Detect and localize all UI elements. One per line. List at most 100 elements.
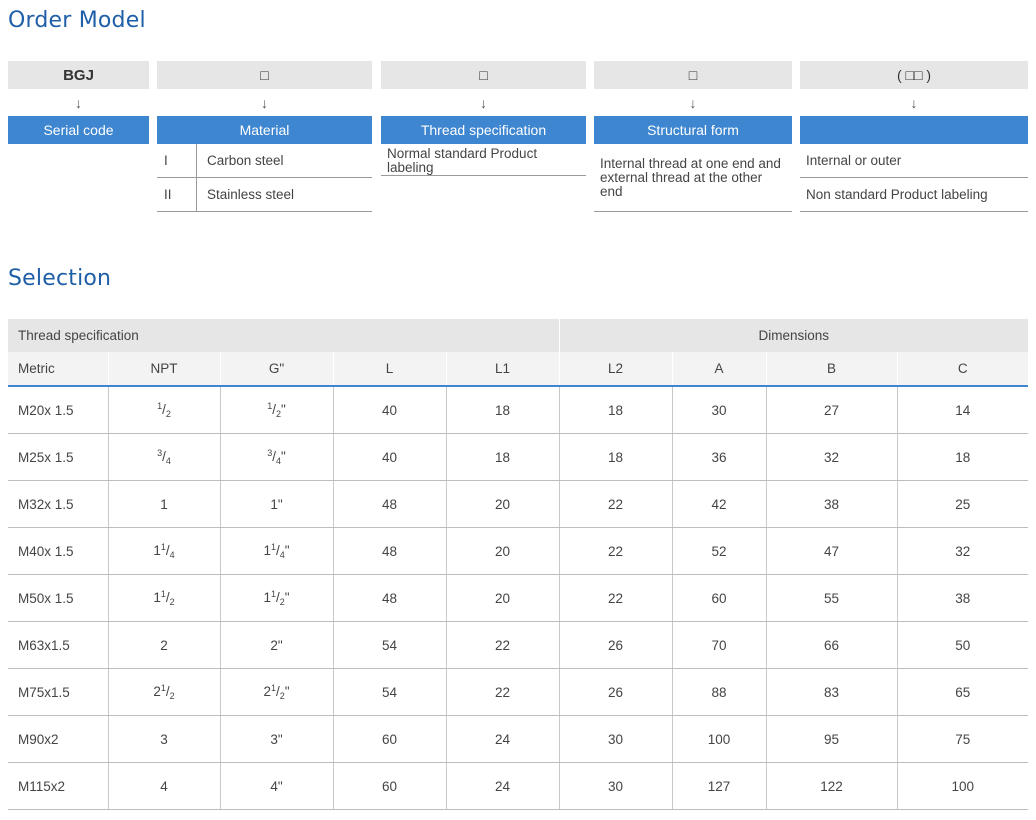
cell-l1: 22	[445, 668, 559, 716]
cell-g: 1/2"	[219, 386, 333, 434]
fraction-numerator: 3	[267, 448, 273, 458]
cell-l: 48	[332, 527, 446, 575]
fraction-numerator: 1	[160, 683, 166, 693]
group-header-thread: Thread specification	[8, 319, 559, 352]
col-header-c: C	[896, 352, 1028, 387]
table-row: M63x1.5 2 2" 54 22 26 70 66 50	[8, 621, 1028, 669]
col-header-a: A	[671, 352, 766, 387]
cell-l1: 24	[445, 762, 559, 810]
down-arrow-icon: ↓	[910, 94, 918, 111]
cell-b: 27	[765, 386, 897, 434]
cell-metric: M50x 1.5	[8, 574, 108, 622]
whole-part: 1	[160, 496, 168, 512]
cell-l1: 20	[445, 527, 559, 575]
cell-npt: 3/4	[107, 433, 220, 481]
cell-l2: 26	[558, 621, 672, 669]
cell-l2: 26	[558, 668, 672, 716]
order-col-thread: □ ↓ Thread specification Normal standard…	[381, 61, 586, 176]
whole-part: 3	[270, 731, 278, 747]
fraction-denominator: 2	[169, 597, 175, 607]
cell-c: 32	[896, 527, 1028, 575]
cell-l1: 22	[445, 621, 559, 669]
order-col-material: □ ↓ Material I Carbon steel II Stainless…	[157, 61, 372, 212]
cell-c: 100	[896, 762, 1028, 810]
whole-part: 1	[153, 543, 161, 558]
col-header-g: G"	[219, 352, 333, 387]
material-name: Carbon steel	[207, 153, 284, 168]
order-col-serial: BGJ ↓ Serial code	[8, 61, 149, 144]
whole-part: 3	[160, 731, 168, 747]
col-header-l: L	[332, 352, 446, 387]
table-row: M40x 1.5 11/4 11/4" 48 20 22 52 47 32	[8, 527, 1028, 575]
cell-b: 66	[765, 621, 897, 669]
fraction-denominator: 4	[169, 550, 175, 560]
cell-g: 11/2"	[219, 574, 333, 622]
cell-l2: 18	[558, 433, 672, 481]
cell-l2: 22	[558, 480, 672, 528]
cell-a: 52	[671, 527, 766, 575]
fraction-denominator: 4	[279, 550, 285, 560]
cell-a: 30	[671, 386, 766, 434]
table-row: M90x2 3 3" 60 24 30 100 95 75	[8, 715, 1028, 763]
col-header-b: B	[765, 352, 897, 387]
cell-a: 100	[671, 715, 766, 763]
cell-c: 65	[896, 668, 1028, 716]
cell-npt: 11/4	[107, 527, 220, 575]
col-header-l2: L2	[558, 352, 672, 387]
fraction-denominator: 2	[165, 409, 171, 419]
cell-b: 95	[765, 715, 897, 763]
order-code-options: ( □□ )	[800, 61, 1028, 89]
order-header-serial: Serial code	[8, 116, 149, 144]
cell-g: 4"	[219, 762, 333, 810]
fraction-numerator: 1	[267, 401, 273, 411]
cell-c: 50	[896, 621, 1028, 669]
fraction-denominator: 4	[275, 456, 281, 466]
cell-metric: M75x1.5	[8, 668, 108, 716]
group-header-dimensions: Dimensions	[558, 319, 1028, 352]
table-row: M20x 1.5 1/2 1/2" 40 18 18 30 27 14	[8, 386, 1028, 434]
option-row: Internal or outer	[800, 144, 1028, 178]
cell-metric: M25x 1.5	[8, 433, 108, 481]
cell-c: 38	[896, 574, 1028, 622]
order-header-options	[800, 116, 1028, 144]
cell-b: 32	[765, 433, 897, 481]
material-row: II Stainless steel	[157, 178, 372, 212]
cell-c: 25	[896, 480, 1028, 528]
option-row: Non standard Product labeling	[800, 178, 1028, 212]
cell-metric: M40x 1.5	[8, 527, 108, 575]
table-row: M32x 1.5 1 1" 48 20 22 42 38 25	[8, 480, 1028, 528]
cell-l: 60	[332, 762, 446, 810]
cell-b: 122	[765, 762, 897, 810]
col-header-metric: Metric	[8, 352, 108, 387]
cell-l: 54	[332, 621, 446, 669]
fraction-numerator: 1	[160, 542, 166, 552]
fraction-numerator: 1	[157, 401, 163, 411]
cell-a: 42	[671, 480, 766, 528]
order-code-serial: BGJ	[8, 61, 149, 89]
whole-part: 2	[263, 684, 271, 699]
cell-g: 1"	[219, 480, 333, 528]
fraction-numerator: 1	[160, 589, 166, 599]
fraction-denominator: 2	[279, 597, 285, 607]
structural-note: Internal thread at one end and external …	[594, 144, 792, 212]
cell-l2: 30	[558, 762, 672, 810]
selection-title: Selection	[8, 266, 112, 291]
down-arrow-icon: ↓	[261, 94, 268, 111]
cell-l: 60	[332, 715, 446, 763]
whole-part: 1	[263, 543, 271, 558]
fraction-numerator: 3	[157, 448, 163, 458]
fraction-numerator: 1	[270, 542, 276, 552]
cell-metric: M63x1.5	[8, 621, 108, 669]
whole-part: 1	[270, 496, 278, 512]
cell-metric: M20x 1.5	[8, 386, 108, 434]
cell-npt: 21/2	[107, 668, 220, 716]
material-list: I Carbon steel II Stainless steel	[157, 144, 372, 212]
cell-l2: 22	[558, 527, 672, 575]
cell-g: 3/4"	[219, 433, 333, 481]
order-col-structural: □ ↓ Structural form Internal thread at o…	[594, 61, 792, 212]
cell-c: 75	[896, 715, 1028, 763]
whole-part: 1	[153, 590, 161, 605]
cell-b: 83	[765, 668, 897, 716]
cell-b: 55	[765, 574, 897, 622]
cell-a: 88	[671, 668, 766, 716]
